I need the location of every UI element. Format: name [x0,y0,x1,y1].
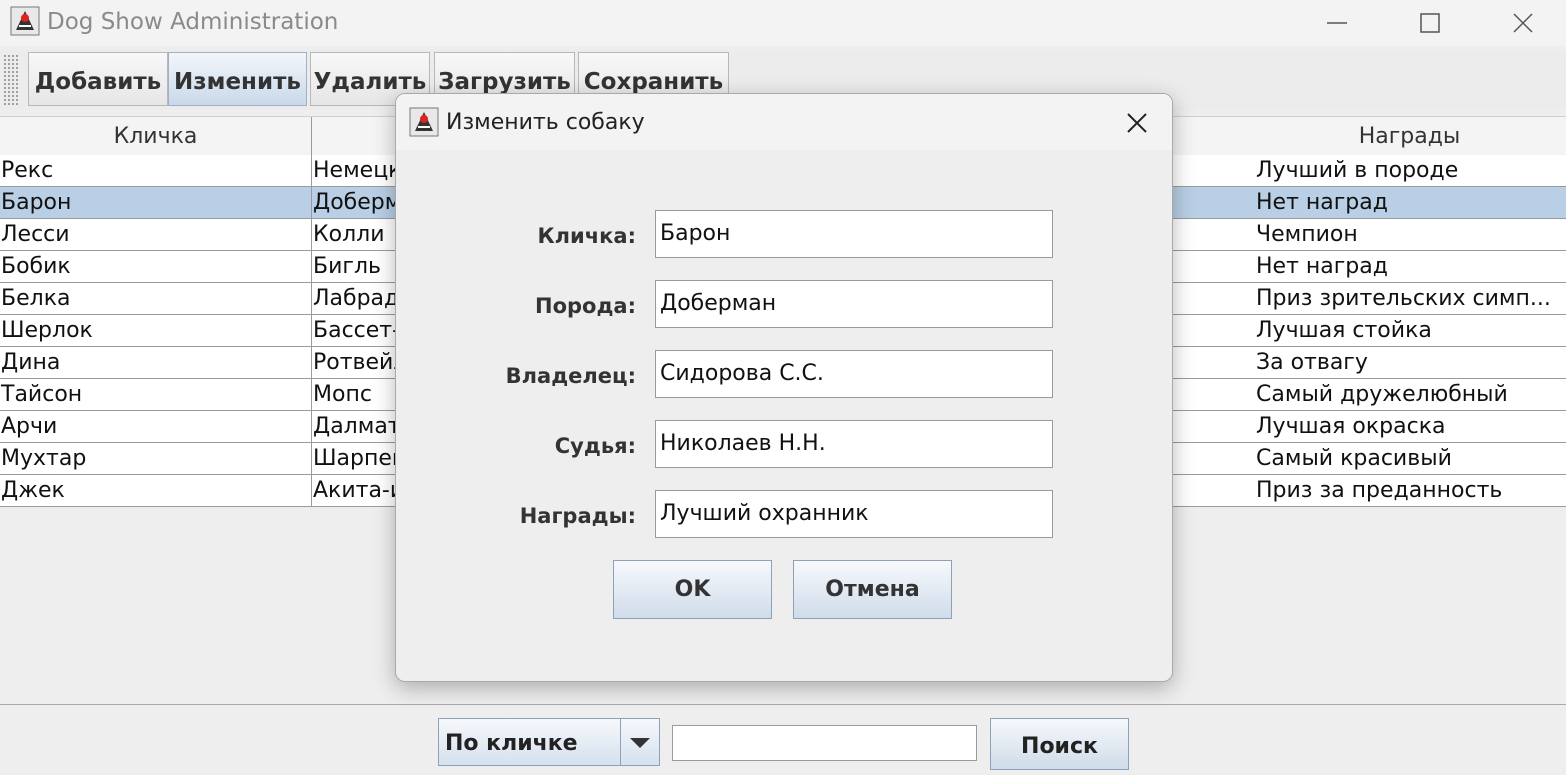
cell-awards: Чемпион [1256,222,1358,247]
owner-label: Владелец: [505,364,636,388]
edit-dog-dialog: Изменить собаку Кличка: Барон Порода: До… [395,93,1173,682]
cell-awards: Приз за преданность [1256,478,1503,503]
minimize-button[interactable] [1292,0,1382,46]
java-app-icon [10,6,40,36]
add-button[interactable]: Добавить [28,52,168,106]
cell-awards: Лучший в породе [1256,158,1459,183]
dropdown-arrow-button[interactable] [620,719,659,765]
cell-awards: Лучшая стойка [1256,318,1432,343]
java-app-icon [409,107,439,137]
cell-name: Тайсон [0,379,312,410]
cell-awards: Самый красивый [1256,446,1452,471]
cell-name: Рекс [0,155,312,186]
search-mode-value: По кличке [445,731,578,756]
judge-label: Судья: [554,434,636,458]
cell-name: Арчи [0,411,312,442]
cell-name: Бобик [0,251,312,282]
cell-name: Дина [0,347,312,378]
awards-label: Награды: [519,504,636,528]
cell-awards: Лучшая окраска [1256,414,1446,439]
cell-awards: Самый дружелюбный [1256,382,1508,407]
minimize-icon [1327,22,1347,24]
cell-name: Джек [0,475,312,506]
cell-awards: Нет наград [1256,190,1388,215]
cell-awards: За отвагу [1256,350,1368,375]
judge-field[interactable]: Николаев Н.Н. [655,420,1053,468]
close-button[interactable] [1478,0,1566,46]
breed-field[interactable]: Доберман [655,280,1053,328]
name-label: Кличка: [537,224,637,248]
edit-button[interactable]: Изменить [168,52,307,106]
cell-name: Лесси [0,219,312,250]
awards-field[interactable]: Лучший охранник [655,490,1053,538]
search-input[interactable] [672,725,977,761]
window-title: Dog Show Administration [47,9,339,35]
ok-button[interactable]: OK [613,560,772,619]
search-mode-select[interactable]: По кличке [438,718,660,766]
cell-name: Мухтар [0,443,312,474]
maximize-icon [1420,13,1440,33]
chevron-down-icon [630,738,650,748]
cell-name: Барон [0,187,312,218]
search-bar: По кличке Поиск [0,704,1566,775]
breed-label: Порода: [535,294,636,318]
cell-name: Белка [0,283,312,314]
search-button[interactable]: Поиск [990,718,1129,770]
column-header-name[interactable]: Кличка [0,117,312,155]
close-icon [1513,13,1533,33]
maximize-button[interactable] [1385,0,1475,46]
window-titlebar: Dog Show Administration [0,0,1566,46]
dialog-titlebar: Изменить собаку [396,94,1172,150]
owner-field[interactable]: Сидорова С.С. [655,350,1053,398]
dialog-title: Изменить собаку [446,110,645,135]
close-icon[interactable] [1124,110,1150,136]
cell-awards: Нет наград [1256,254,1388,279]
toolbar-grip[interactable] [3,54,19,106]
cancel-button[interactable]: Отмена [793,560,952,619]
column-header-awards[interactable]: Награды [1253,117,1566,155]
cell-awards: Приз зрительских симп... [1256,286,1551,311]
name-field[interactable]: Барон [655,210,1053,258]
cell-name: Шерлок [0,315,312,346]
